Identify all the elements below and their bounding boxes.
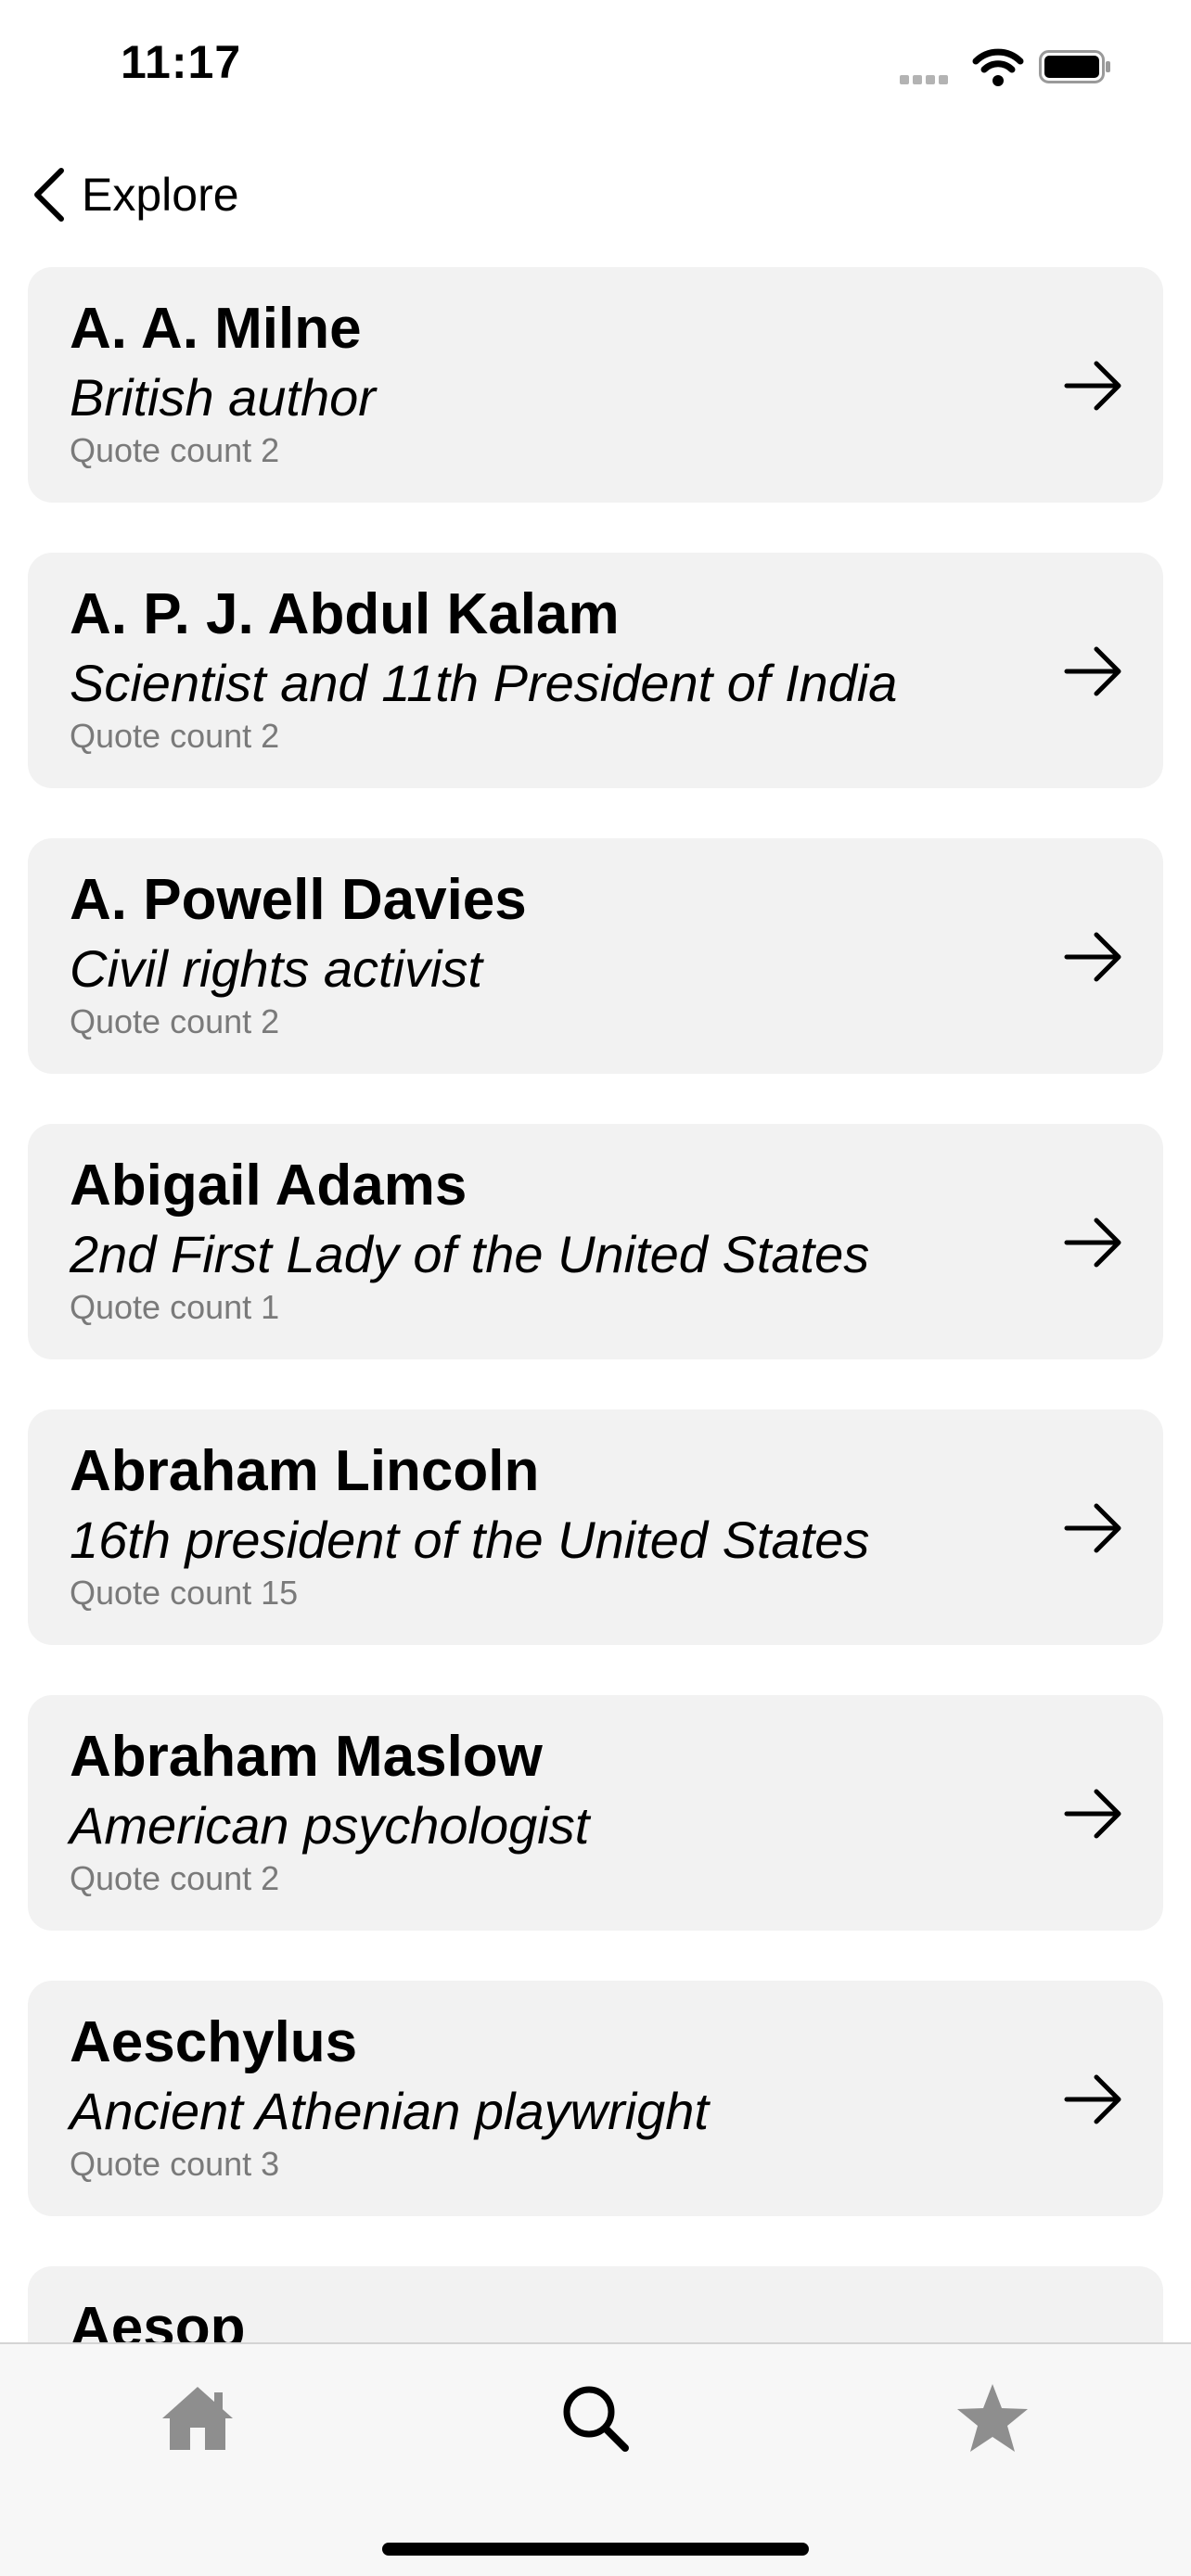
quote-count: Quote count 1 — [70, 1288, 280, 1326]
author-card[interactable]: Aeschylus Ancient Athenian playwright Qu… — [28, 1981, 1163, 2216]
author-card[interactable]: Abraham Maslow American psychologist Quo… — [28, 1695, 1163, 1931]
author-description: Civil rights activist — [70, 939, 482, 998]
author-card[interactable]: A. A. Milne British author Quote count 2 — [28, 267, 1163, 503]
battery-icon — [1039, 50, 1110, 83]
author-description: 2nd First Lady of the United States — [70, 1225, 870, 1283]
home-indicator — [382, 2543, 809, 2556]
cellular-signal-icon — [900, 72, 952, 89]
tab-favorites[interactable] — [937, 2363, 1048, 2474]
arrow-right-icon — [1064, 2074, 1121, 2124]
arrow-right-icon — [1064, 361, 1121, 411]
author-list[interactable]: A. A. Milne British author Quote count 2… — [28, 267, 1163, 2552]
author-description: Ancient Athenian playwright — [70, 2082, 710, 2140]
back-label: Explore — [82, 169, 239, 221]
magnifier-icon — [563, 2386, 629, 2452]
arrow-right-icon — [1064, 1218, 1121, 1268]
author-card[interactable]: Abraham Lincoln 16th president of the Un… — [28, 1409, 1163, 1645]
quote-count: Quote count 15 — [70, 1574, 299, 1612]
quote-count: Quote count 2 — [70, 717, 280, 755]
arrow-right-icon — [1064, 932, 1121, 982]
quote-count: Quote count 2 — [70, 431, 280, 469]
quote-count: Quote count 3 — [70, 2145, 280, 2183]
author-card[interactable]: A. P. J. Abdul Kalam Scientist and 11th … — [28, 553, 1163, 788]
wifi-icon — [972, 48, 1024, 86]
status-time: 11:17 — [121, 36, 242, 88]
author-name: Aeschylus — [70, 2010, 358, 2074]
author-name: A. A. Milne — [70, 297, 362, 361]
chevron-left-icon — [34, 168, 64, 222]
tab-search[interactable] — [540, 2363, 651, 2474]
author-description: Scientist and 11th President of India — [70, 654, 898, 712]
tab-bar — [0, 2342, 1191, 2576]
house-icon — [162, 2387, 233, 2450]
author-card[interactable]: Abigail Adams 2nd First Lady of the Unit… — [28, 1124, 1163, 1359]
author-name: Abigail Adams — [70, 1154, 467, 1218]
arrow-right-icon — [1064, 1789, 1121, 1839]
arrow-right-icon — [1064, 1503, 1121, 1553]
tab-home[interactable] — [142, 2363, 253, 2474]
author-name: Abraham Lincoln — [70, 1439, 540, 1503]
author-name: Abraham Maslow — [70, 1725, 543, 1789]
author-name: A. P. J. Abdul Kalam — [70, 582, 620, 646]
star-icon — [957, 2384, 1028, 2452]
author-description: British author — [70, 368, 376, 427]
author-description: American psychologist — [70, 1796, 590, 1855]
quote-count: Quote count 2 — [70, 1002, 280, 1040]
status-bar: 11:17 — [0, 0, 1191, 139]
author-card[interactable]: A. Powell Davies Civil rights activist Q… — [28, 838, 1163, 1074]
author-name: A. Powell Davies — [70, 868, 527, 932]
arrow-right-icon — [1064, 646, 1121, 696]
back-button[interactable]: Explore — [28, 158, 239, 232]
quote-count: Quote count 2 — [70, 1859, 280, 1897]
author-description: 16th president of the United States — [70, 1511, 870, 1569]
